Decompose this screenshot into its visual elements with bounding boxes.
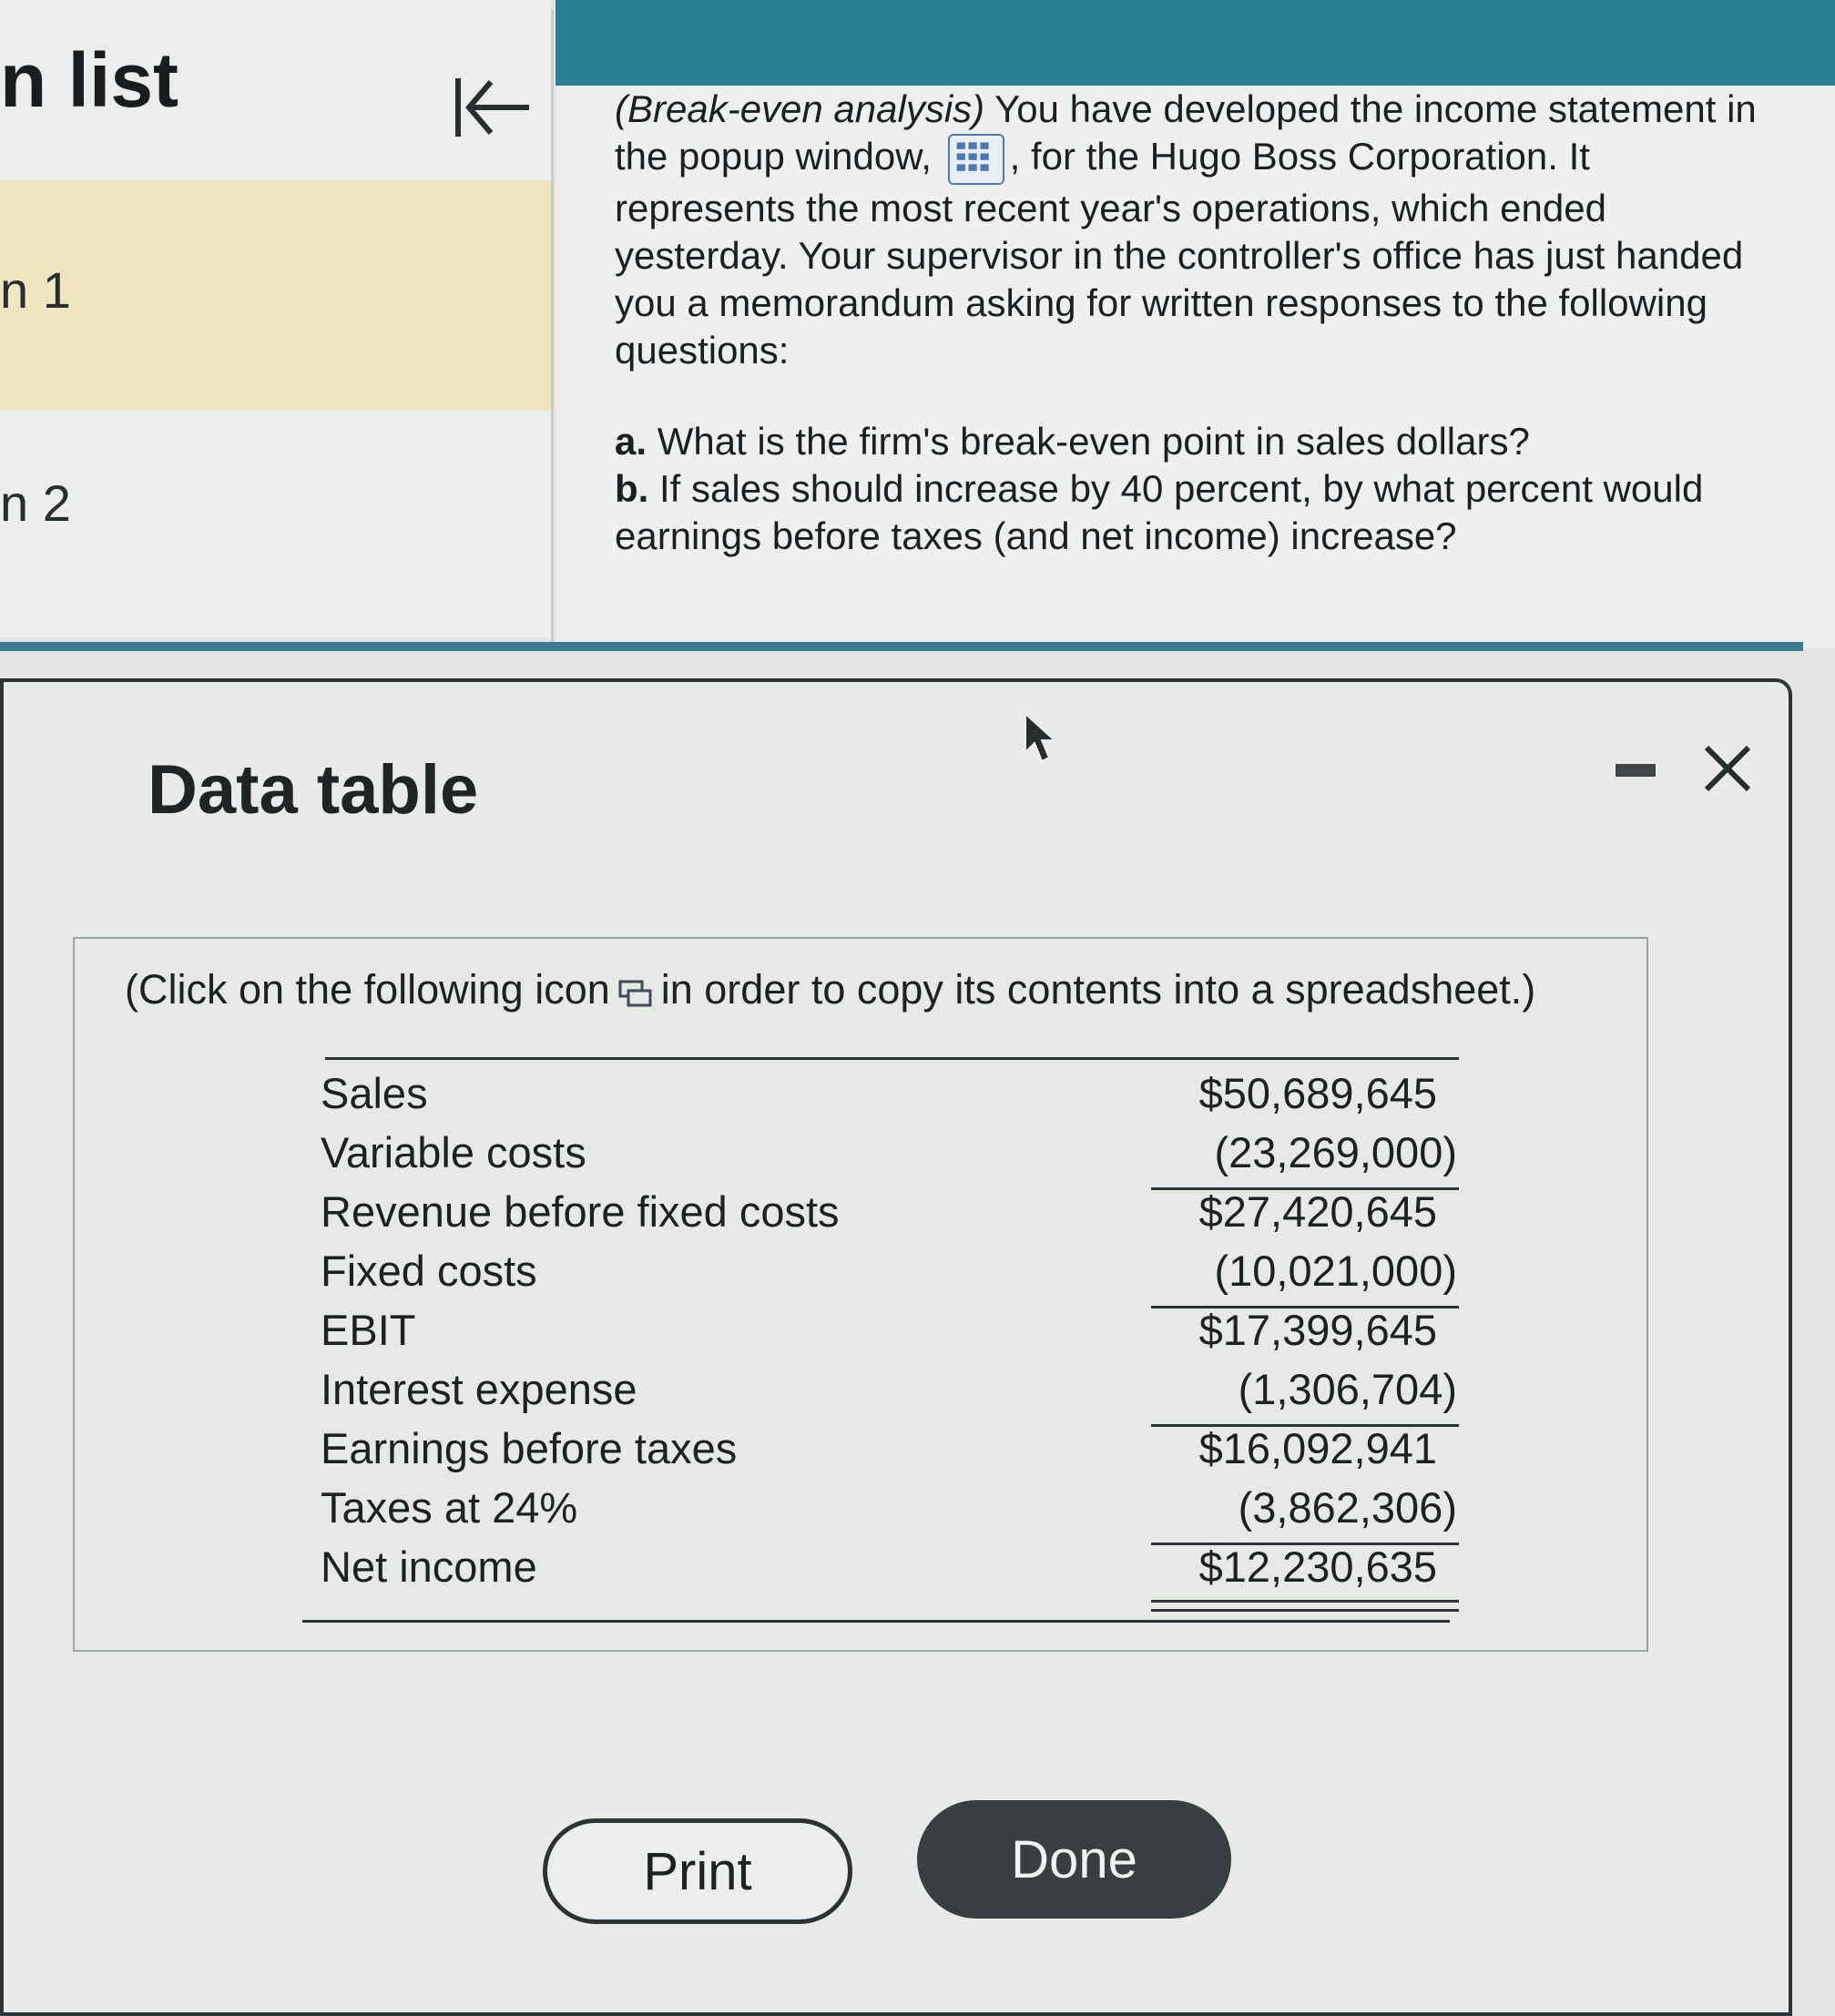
question-intro: (Break-even analysis) You have developed… <box>615 87 1757 372</box>
copy-to-spreadsheet-icon[interactable] <box>617 976 654 1009</box>
table-row-ebit: EBIT $17,399,645 <box>321 1306 1437 1354</box>
sidebar-item-label: n 2 <box>0 474 71 532</box>
question-header-bar <box>556 0 1835 86</box>
mouse-cursor-icon <box>1025 712 1057 763</box>
modal-title: Data table <box>148 751 479 829</box>
table-row-net-income: Net income $12,230,635 <box>321 1542 1459 1612</box>
question-list-sidebar: n list n 1 n 2 <box>0 0 557 637</box>
table-bottom-rule <box>302 1620 1450 1623</box>
sidebar-title: n list <box>0 37 179 123</box>
data-table-modal: Data table (Click on the following icon i… <box>0 678 1792 2016</box>
close-icon[interactable] <box>1696 737 1759 800</box>
table-row-revenue-before-fixed-costs: Revenue before fixed costs $27,420,645 <box>321 1187 1437 1236</box>
panel-divider <box>551 9 554 647</box>
income-statement-table: (Click on the following icon in order to … <box>73 937 1648 1652</box>
minimize-icon[interactable] <box>1616 764 1656 777</box>
table-row-fixed-costs: Fixed costs (10,021,000) <box>321 1246 1459 1308</box>
collapse-sidebar-icon[interactable] <box>451 71 533 144</box>
sidebar-item-label: n 1 <box>0 261 71 319</box>
table-row-taxes: Taxes at 24% (3,862,306) <box>321 1482 1459 1545</box>
table-row-sales: Sales $50,689,645 <box>321 1069 1437 1117</box>
table-top-rule <box>325 1057 1459 1060</box>
print-button[interactable]: Print <box>543 1818 852 1924</box>
table-row-variable-costs: Variable costs (23,269,000) <box>321 1127 1459 1190</box>
data-table-icon[interactable] <box>947 133 1004 185</box>
question-panel: (Break-even analysis) You have developed… <box>556 86 1835 648</box>
sidebar-item-question-2[interactable]: n 2 <box>0 410 551 637</box>
table-row-earnings-before-taxes: Earnings before taxes $16,092,941 <box>321 1424 1437 1472</box>
copy-instructions: (Click on the following icon in order to … <box>125 966 1536 1013</box>
question-part-b: b. If sales should increase by 40 percen… <box>615 466 1704 557</box>
question-text: (Break-even analysis) You have developed… <box>615 86 1762 560</box>
question-part-a: a. What is the firm's break-even point i… <box>615 419 1530 463</box>
question-topic: (Break-even analysis) <box>615 87 985 130</box>
section-divider <box>0 642 1803 651</box>
table-row-interest-expense: Interest expense (1,306,704) <box>321 1364 1459 1427</box>
total-double-rule <box>1151 1600 1459 1612</box>
sidebar-item-question-1[interactable]: n 1 <box>0 180 557 410</box>
done-button[interactable]: Done <box>917 1800 1231 1919</box>
